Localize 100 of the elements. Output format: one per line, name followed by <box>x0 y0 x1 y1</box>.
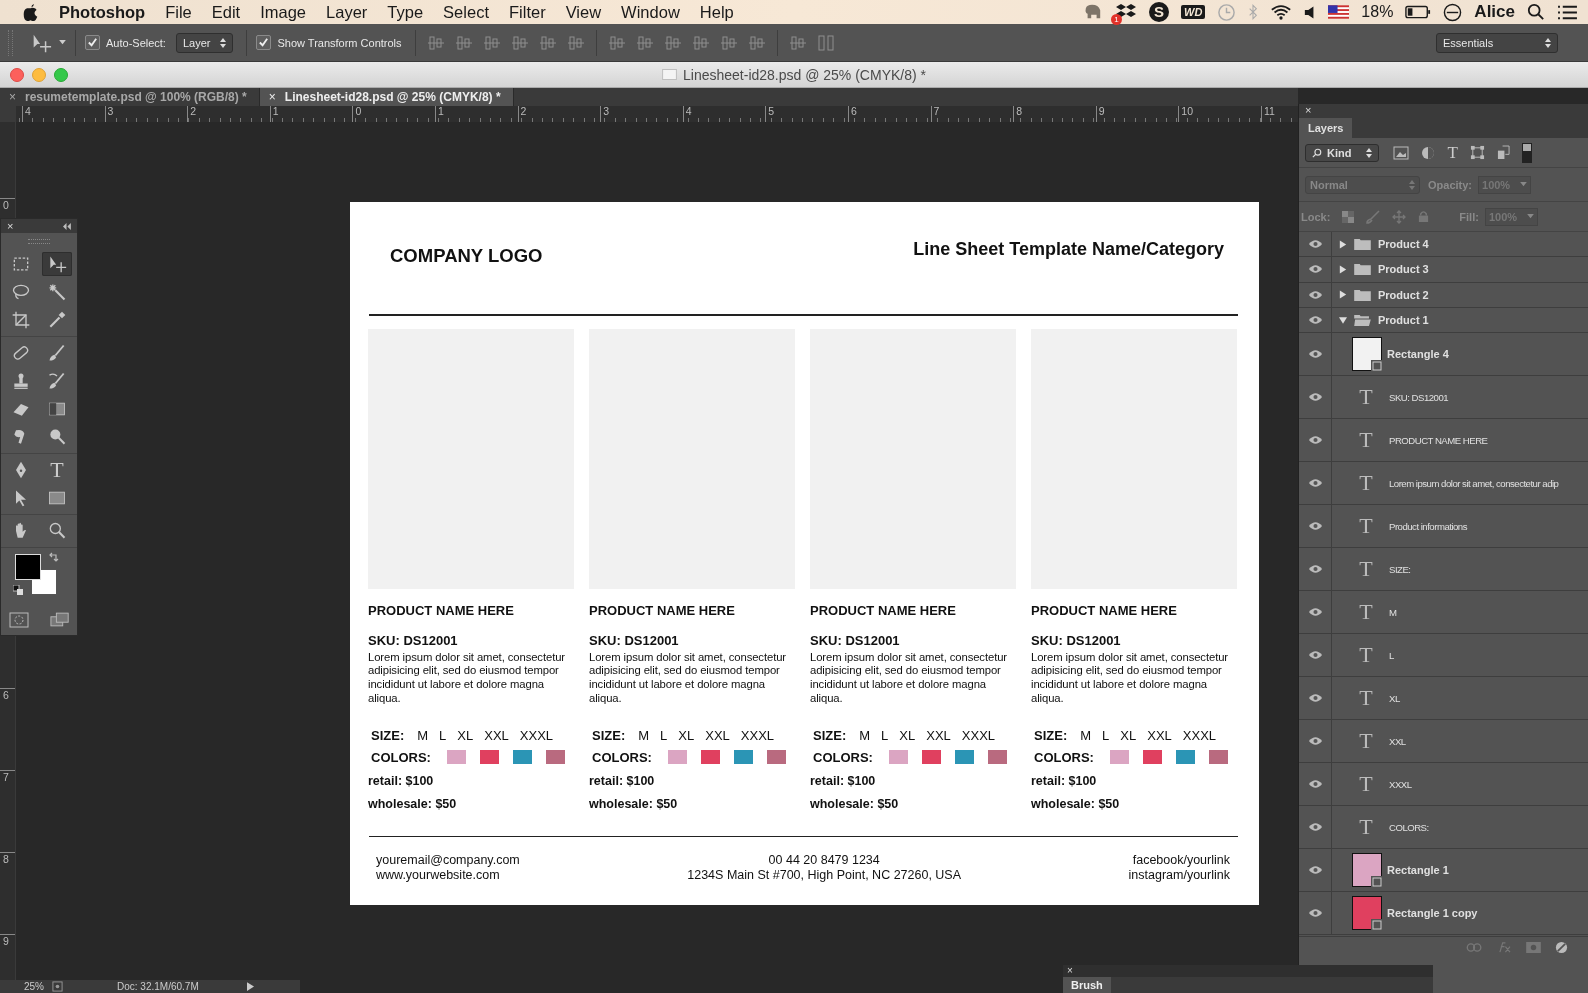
workspace-select[interactable]: Essentials <box>1436 32 1558 53</box>
layer-row[interactable]: Product 1 <box>1299 307 1588 334</box>
eye-icon[interactable] <box>1307 435 1323 446</box>
disclosure-triangle-icon[interactable] <box>1339 290 1347 300</box>
layer-row[interactable]: Rectangle 1 <box>1299 849 1588 893</box>
updown-arrows-icon <box>1366 147 1373 158</box>
list-icon[interactable] <box>1557 3 1578 21</box>
zoom-level[interactable]: 25% <box>24 981 44 992</box>
retail-price: retail: $100 <box>589 773 656 788</box>
layer-row[interactable]: T XXXL <box>1299 763 1588 807</box>
image-filter-icon[interactable] <box>1393 145 1410 160</box>
user-name[interactable]: Alice <box>1474 2 1515 22</box>
wifi-icon[interactable] <box>1270 3 1293 21</box>
menu-item[interactable]: View <box>565 2 602 22</box>
caret-icon[interactable] <box>59 40 66 45</box>
adjustment-filter-icon[interactable] <box>1421 145 1436 160</box>
collapse-icon[interactable] <box>62 222 71 230</box>
ruler-label: 7 <box>933 106 940 117</box>
swap-icon[interactable] <box>49 552 59 562</box>
eye-icon[interactable] <box>1307 239 1323 250</box>
zoom-button[interactable] <box>54 67 68 82</box>
layer-row[interactable]: T XL <box>1299 677 1588 721</box>
eye-icon[interactable] <box>1307 521 1323 532</box>
layer-row[interactable]: Product 2 <box>1299 282 1588 308</box>
eye-icon[interactable] <box>1307 564 1323 575</box>
layer-row[interactable]: T SKU: DS12001 <box>1299 376 1588 420</box>
eye-icon[interactable] <box>1307 822 1323 833</box>
layer-row[interactable]: T PRODUCT NAME HERE <box>1299 419 1588 463</box>
eye-icon[interactable] <box>1307 315 1323 326</box>
eye-icon[interactable] <box>1307 865 1323 876</box>
smart-object-filter-icon[interactable] <box>1496 145 1510 160</box>
lock-pixels-icon[interactable] <box>1342 210 1355 223</box>
menu-item[interactable]: Filter <box>508 2 546 22</box>
layer-row[interactable]: T COLORS: <box>1299 806 1588 850</box>
eye-icon[interactable] <box>1307 349 1323 360</box>
foreground-color-swatch[interactable] <box>15 554 41 580</box>
layer-row[interactable]: T SIZE: <box>1299 548 1588 592</box>
eye-icon[interactable] <box>1307 693 1323 704</box>
checkbox[interactable] <box>85 35 100 50</box>
eye-icon[interactable] <box>1307 908 1323 919</box>
elephant-icon[interactable] <box>1083 3 1103 21</box>
layer-row[interactable]: T XXL <box>1299 720 1588 764</box>
close-button[interactable]: × <box>1067 965 1073 976</box>
tool-button[interactable]: T <box>42 458 72 482</box>
eye-icon[interactable] <box>1307 289 1323 300</box>
filter-select[interactable]: Kind <box>1305 143 1380 162</box>
eye-icon[interactable] <box>1307 650 1323 661</box>
eye-icon[interactable] <box>1307 264 1323 275</box>
apple-icon[interactable] <box>22 2 39 22</box>
document-tab[interactable]: × Linesheet-id28.psd @ 25% (CMYK/8) * <box>259 88 514 106</box>
layer-row[interactable]: Product 4 <box>1299 232 1588 258</box>
type-filter-icon[interactable]: T <box>1447 144 1458 161</box>
layers-tab[interactable]: Layers <box>1299 118 1353 138</box>
eye-icon[interactable] <box>1307 736 1323 747</box>
menu-item[interactable]: Image <box>260 2 307 22</box>
menu-item[interactable]: File <box>165 2 192 22</box>
quick-mask-icon[interactable] <box>8 612 29 628</box>
ruler-label: 8 <box>3 853 9 865</box>
app-menu[interactable]: Photoshop <box>59 2 146 22</box>
menu-item[interactable]: Type <box>387 2 424 22</box>
menu-item[interactable]: Window <box>621 2 680 22</box>
menu-item[interactable]: Help <box>699 2 734 22</box>
battery-icon[interactable] <box>1405 5 1432 19</box>
eye-icon[interactable] <box>1307 392 1323 403</box>
shape-filter-icon[interactable] <box>1469 145 1485 160</box>
close-button[interactable]: × <box>7 220 14 232</box>
eye-icon[interactable] <box>1307 607 1323 618</box>
filter-toggle[interactable] <box>1521 142 1532 163</box>
brush-tab[interactable]: Brush <box>1063 977 1111 993</box>
menu-item[interactable]: Edit <box>211 2 241 22</box>
eye-icon[interactable] <box>1307 779 1323 790</box>
drive-icon[interactable]: WD <box>1181 5 1206 19</box>
layer-row[interactable]: T L <box>1299 634 1588 678</box>
disclosure-triangle-icon[interactable] <box>1339 264 1347 274</box>
export-icon[interactable] <box>52 981 63 992</box>
layer-row[interactable]: Rectangle 4 <box>1299 333 1588 377</box>
skype-icon[interactable]: S <box>1149 2 1169 22</box>
close-button[interactable] <box>10 67 24 82</box>
flag-icon[interactable] <box>1328 5 1350 19</box>
caret-icon <box>1527 214 1535 219</box>
layer-row[interactable]: T Product informations <box>1299 505 1588 549</box>
disclosure-triangle-icon[interactable] <box>1338 316 1348 325</box>
close-button[interactable]: × <box>1305 104 1312 116</box>
disclosure-triangle-icon[interactable] <box>1339 239 1347 249</box>
checkbox[interactable] <box>256 35 272 50</box>
tool-button[interactable] <box>42 252 72 276</box>
layer-select[interactable]: Layer <box>175 32 234 53</box>
layer-row[interactable]: Rectangle 1 copy <box>1299 892 1588 936</box>
layer-row[interactable]: T M <box>1299 591 1588 635</box>
adjustment-icon[interactable] <box>1555 940 1568 954</box>
clock-face-icon[interactable] <box>1443 2 1463 22</box>
menu-item[interactable]: Layer <box>326 2 368 22</box>
default-colors-icon[interactable] <box>13 585 23 595</box>
triangle-icon[interactable] <box>246 982 254 991</box>
eye-icon[interactable] <box>1307 478 1323 489</box>
layer-row[interactable]: Product 3 <box>1299 257 1588 283</box>
screen-mode-icon[interactable] <box>49 612 70 627</box>
search-icon[interactable] <box>1527 3 1545 21</box>
menu-item[interactable]: Select <box>443 2 489 22</box>
layer-row[interactable]: T Lorem ipsum dolor sit amet, consectetur adip <box>1299 462 1588 506</box>
